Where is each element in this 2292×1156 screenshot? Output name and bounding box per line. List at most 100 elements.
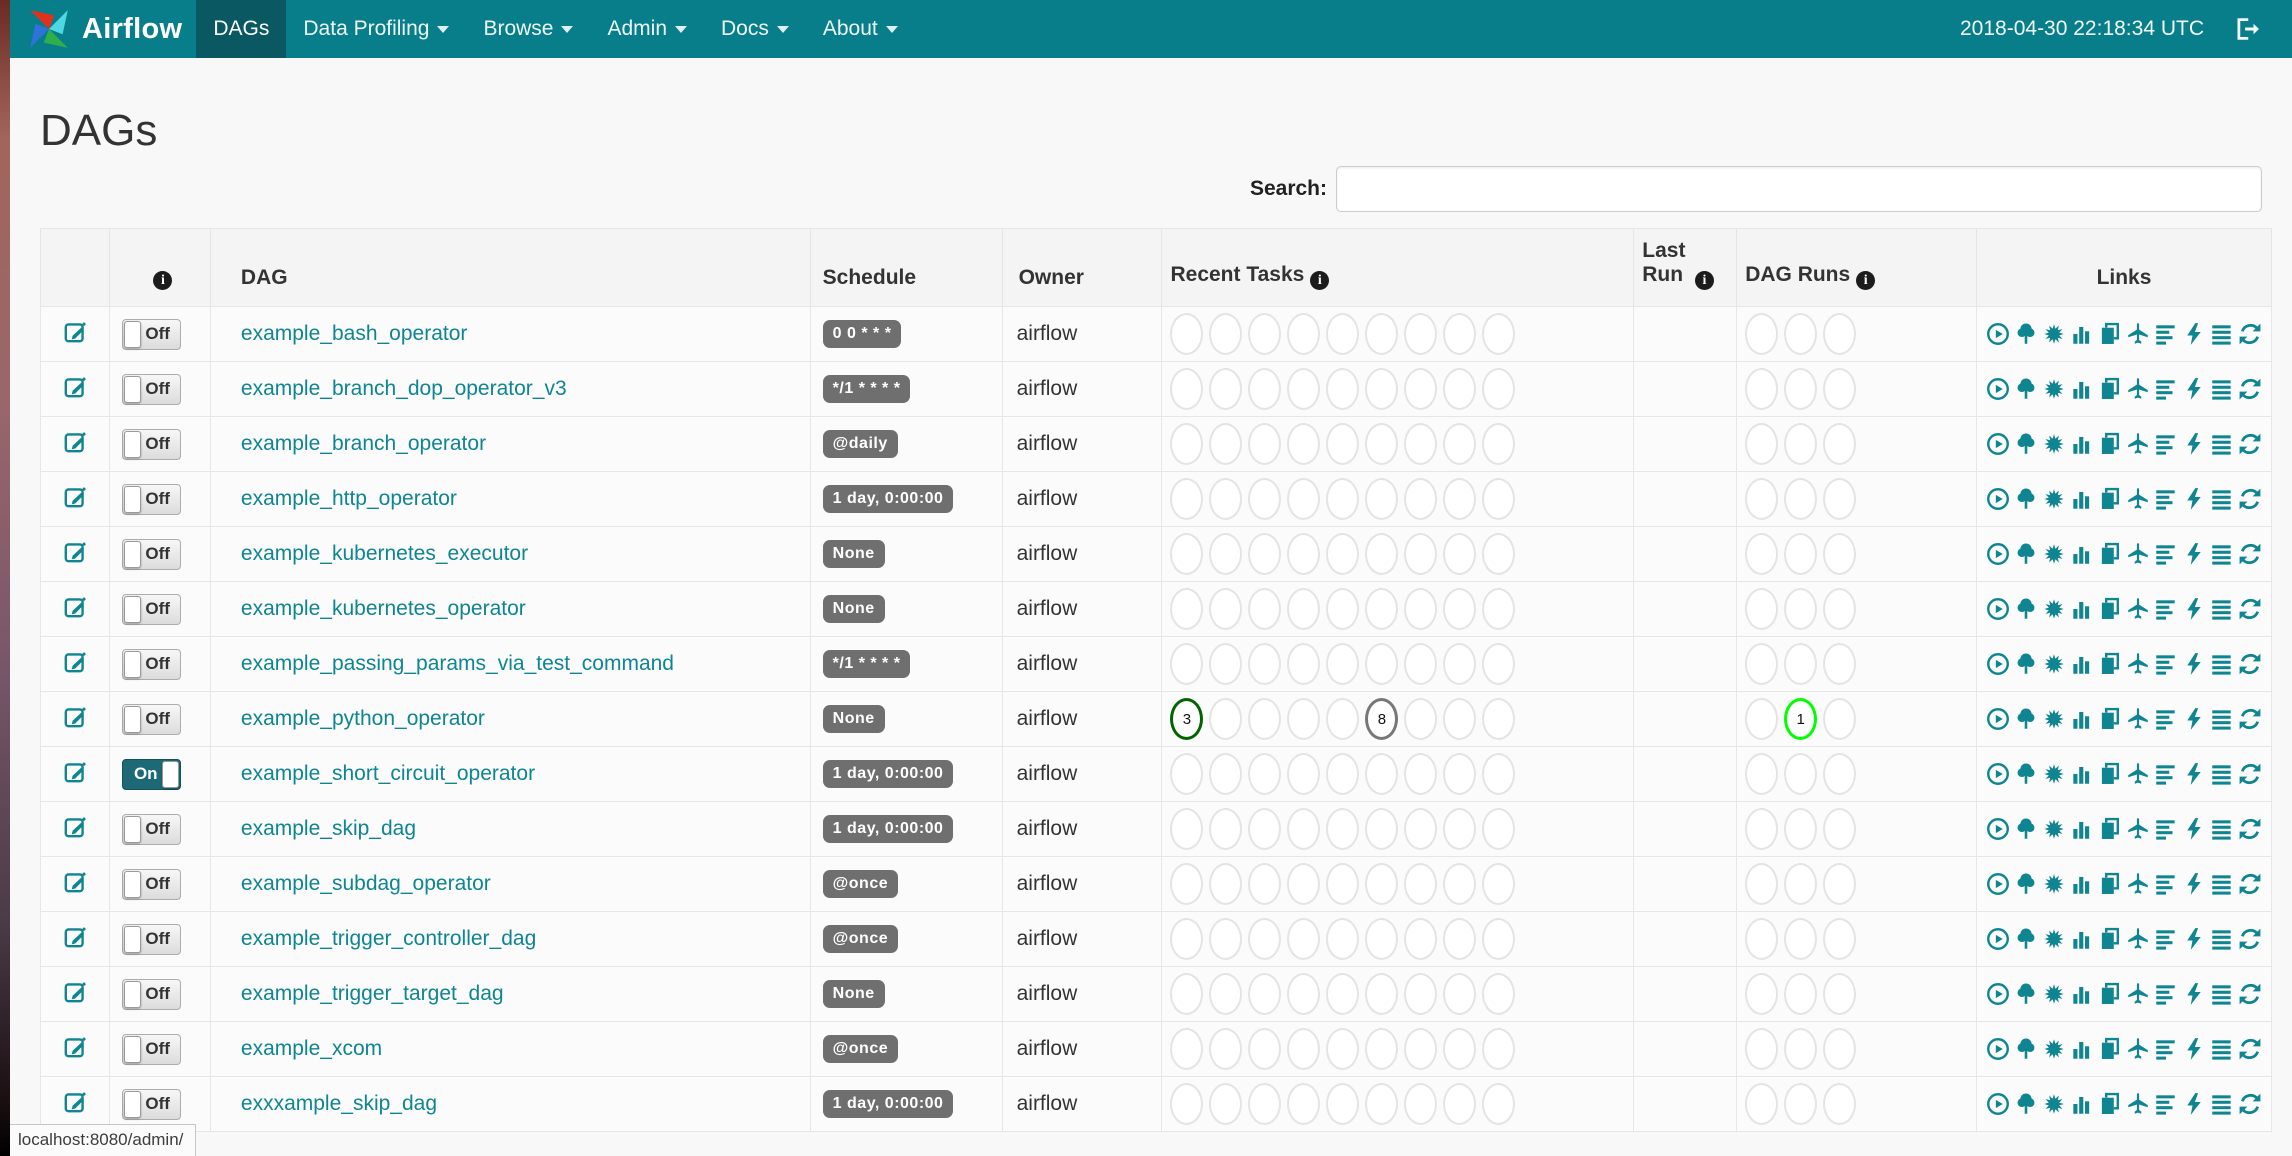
trigger-dag-icon[interactable] — [1985, 486, 2011, 512]
graph-view-icon[interactable] — [2041, 1091, 2067, 1117]
pause-toggle[interactable]: Off — [121, 428, 181, 460]
graph-view-icon[interactable] — [2041, 706, 2067, 732]
gantt-icon[interactable] — [2153, 816, 2179, 842]
landing-times-icon[interactable] — [2125, 596, 2151, 622]
gantt-icon[interactable] — [2153, 541, 2179, 567]
code-view-icon[interactable] — [2181, 651, 2207, 677]
task-tries-icon[interactable] — [2097, 651, 2123, 677]
dag-name-link[interactable]: example_trigger_target_dag — [241, 982, 504, 1005]
gantt-icon[interactable] — [2153, 1091, 2179, 1117]
airflow-brand[interactable]: Airflow — [26, 0, 196, 58]
edit-dag-icon[interactable] — [62, 882, 88, 899]
task-duration-icon[interactable] — [2069, 1036, 2095, 1062]
code-view-icon[interactable] — [2181, 981, 2207, 1007]
dag-name-link[interactable]: example_branch_dop_operator_v3 — [241, 377, 567, 400]
task-duration-icon[interactable] — [2069, 541, 2095, 567]
edit-dag-icon[interactable] — [62, 662, 88, 679]
edit-dag-icon[interactable] — [62, 387, 88, 404]
task-duration-icon[interactable] — [2069, 376, 2095, 402]
task-tries-icon[interactable] — [2097, 981, 2123, 1007]
refresh-icon[interactable] — [2237, 761, 2263, 787]
code-view-icon[interactable] — [2181, 321, 2207, 347]
dag-name-link[interactable]: example_xcom — [241, 1037, 382, 1060]
landing-times-icon[interactable] — [2125, 1091, 2151, 1117]
pause-toggle[interactable]: On — [121, 758, 181, 790]
landing-times-icon[interactable] — [2125, 376, 2151, 402]
nav-item-browse[interactable]: Browse — [466, 0, 590, 58]
refresh-icon[interactable] — [2237, 651, 2263, 677]
refresh-icon[interactable] — [2237, 431, 2263, 457]
tree-view-icon[interactable] — [2013, 1091, 2039, 1117]
edit-dag-icon[interactable] — [62, 607, 88, 624]
code-view-icon[interactable] — [2181, 761, 2207, 787]
graph-view-icon[interactable] — [2041, 376, 2067, 402]
logs-icon[interactable] — [2209, 1091, 2235, 1117]
edit-dag-icon[interactable] — [62, 1047, 88, 1064]
refresh-icon[interactable] — [2237, 981, 2263, 1007]
tree-view-icon[interactable] — [2013, 981, 2039, 1007]
trigger-dag-icon[interactable] — [1985, 431, 2011, 457]
edit-dag-icon[interactable] — [62, 827, 88, 844]
trigger-dag-icon[interactable] — [1985, 596, 2011, 622]
pause-toggle[interactable]: Off — [121, 923, 181, 955]
task-duration-icon[interactable] — [2069, 706, 2095, 732]
code-view-icon[interactable] — [2181, 486, 2207, 512]
pause-toggle[interactable]: Off — [121, 978, 181, 1010]
refresh-icon[interactable] — [2237, 816, 2263, 842]
graph-view-icon[interactable] — [2041, 486, 2067, 512]
task-tries-icon[interactable] — [2097, 816, 2123, 842]
graph-view-icon[interactable] — [2041, 871, 2067, 897]
pause-toggle[interactable]: Off — [121, 483, 181, 515]
gantt-icon[interactable] — [2153, 706, 2179, 732]
gantt-icon[interactable] — [2153, 596, 2179, 622]
tree-view-icon[interactable] — [2013, 431, 2039, 457]
code-view-icon[interactable] — [2181, 926, 2207, 952]
dag-name-link[interactable]: example_bash_operator — [241, 322, 468, 345]
pause-toggle[interactable]: Off — [121, 318, 181, 350]
task-tries-icon[interactable] — [2097, 596, 2123, 622]
dag-name-link[interactable]: example_passing_params_via_test_command — [241, 652, 674, 675]
edit-dag-icon[interactable] — [62, 552, 88, 569]
nav-item-admin[interactable]: Admin — [590, 0, 704, 58]
nav-item-docs[interactable]: Docs — [704, 0, 806, 58]
landing-times-icon[interactable] — [2125, 926, 2151, 952]
code-view-icon[interactable] — [2181, 431, 2207, 457]
landing-times-icon[interactable] — [2125, 706, 2151, 732]
dag-name-link[interactable]: example_kubernetes_operator — [241, 597, 526, 620]
logs-icon[interactable] — [2209, 651, 2235, 677]
gantt-icon[interactable] — [2153, 321, 2179, 347]
task-duration-icon[interactable] — [2069, 871, 2095, 897]
graph-view-icon[interactable] — [2041, 761, 2067, 787]
tree-view-icon[interactable] — [2013, 376, 2039, 402]
task-duration-icon[interactable] — [2069, 486, 2095, 512]
graph-view-icon[interactable] — [2041, 816, 2067, 842]
refresh-icon[interactable] — [2237, 321, 2263, 347]
edit-dag-icon[interactable] — [62, 497, 88, 514]
dag-name-link[interactable]: example_python_operator — [241, 707, 485, 730]
pause-toggle[interactable]: Off — [121, 593, 181, 625]
code-view-icon[interactable] — [2181, 1036, 2207, 1062]
pause-toggle[interactable]: Off — [121, 373, 181, 405]
logs-icon[interactable] — [2209, 871, 2235, 897]
landing-times-icon[interactable] — [2125, 321, 2151, 347]
logs-icon[interactable] — [2209, 1036, 2235, 1062]
edit-dag-icon[interactable] — [62, 717, 88, 734]
logs-icon[interactable] — [2209, 431, 2235, 457]
edit-dag-icon[interactable] — [62, 1102, 88, 1119]
logs-icon[interactable] — [2209, 706, 2235, 732]
code-view-icon[interactable] — [2181, 816, 2207, 842]
task-tries-icon[interactable] — [2097, 926, 2123, 952]
trigger-dag-icon[interactable] — [1985, 651, 2011, 677]
logs-icon[interactable] — [2209, 926, 2235, 952]
task-duration-icon[interactable] — [2069, 431, 2095, 457]
task-tries-icon[interactable] — [2097, 1036, 2123, 1062]
tree-view-icon[interactable] — [2013, 651, 2039, 677]
landing-times-icon[interactable] — [2125, 486, 2151, 512]
logs-icon[interactable] — [2209, 981, 2235, 1007]
task-duration-icon[interactable] — [2069, 926, 2095, 952]
landing-times-icon[interactable] — [2125, 816, 2151, 842]
tree-view-icon[interactable] — [2013, 816, 2039, 842]
dag-name-link[interactable]: example_subdag_operator — [241, 872, 491, 895]
gantt-icon[interactable] — [2153, 1036, 2179, 1062]
graph-view-icon[interactable] — [2041, 981, 2067, 1007]
